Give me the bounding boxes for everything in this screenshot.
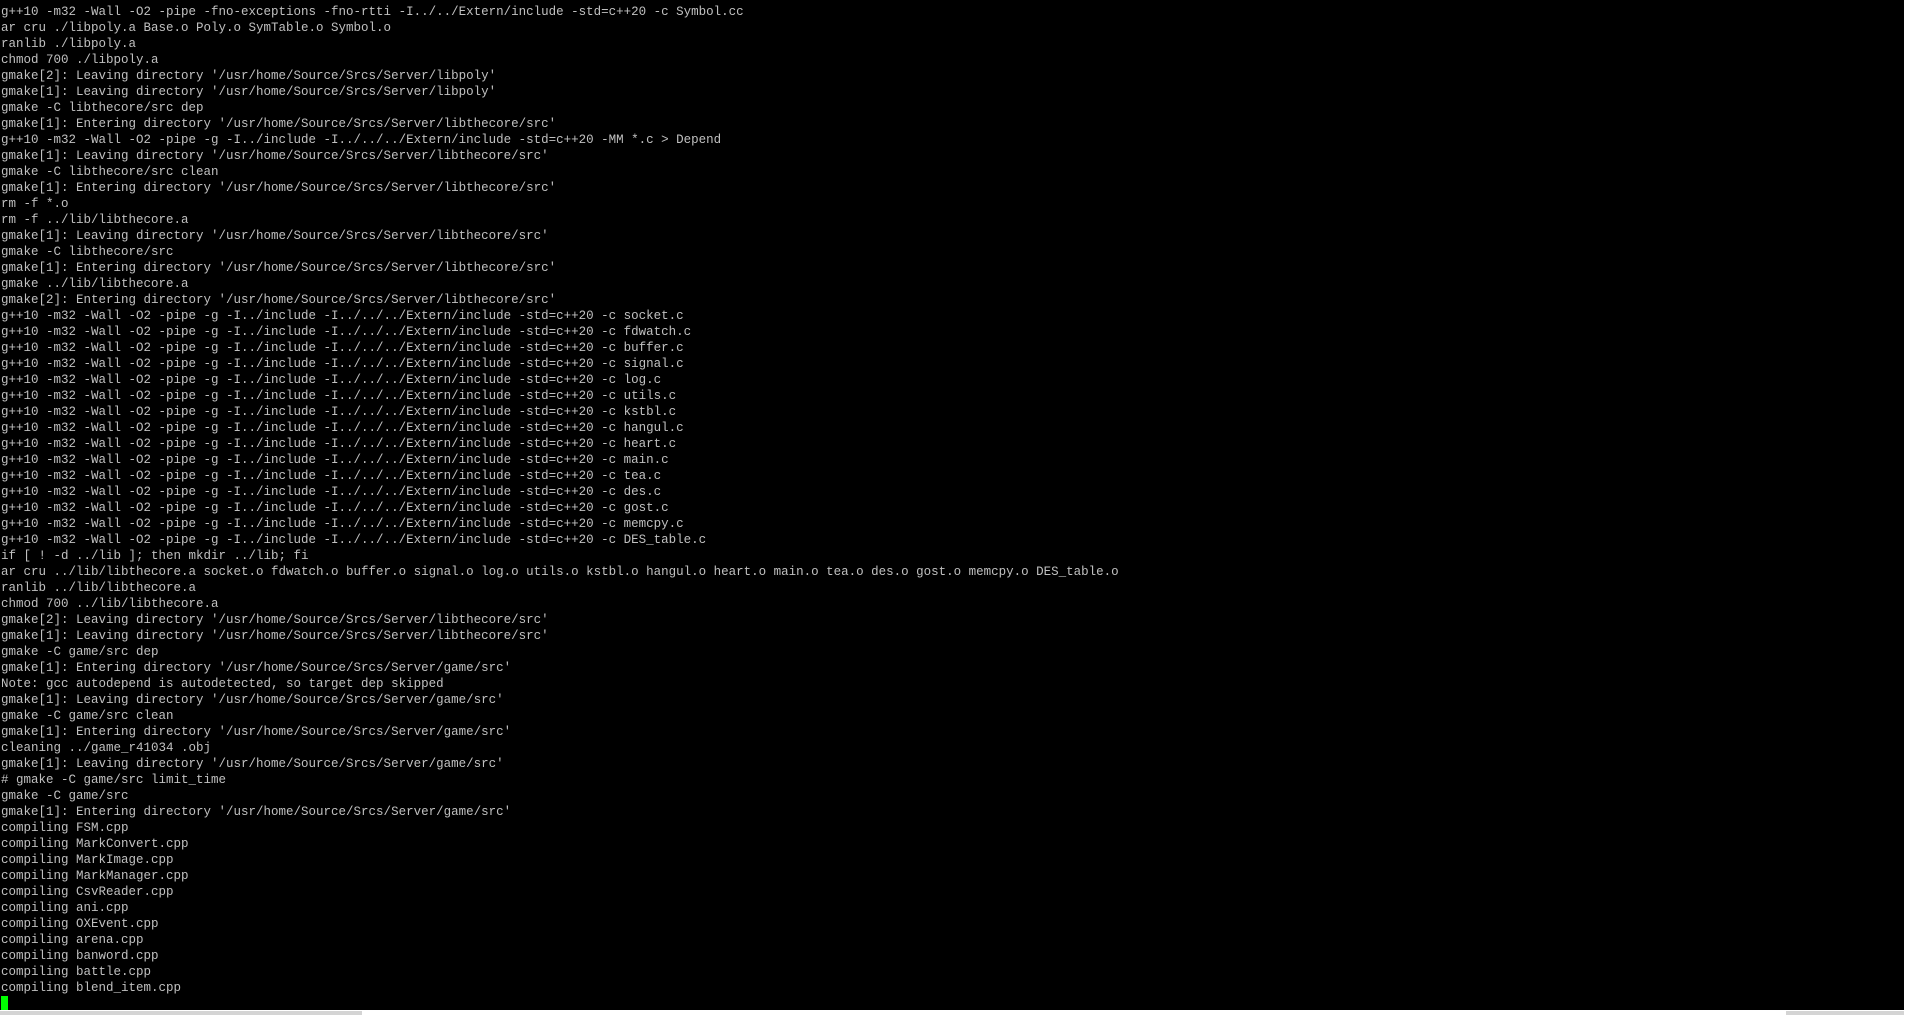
- terminal-line: gmake[2]: Leaving directory '/usr/home/S…: [1, 613, 549, 627]
- terminal-line: compiling battle.cpp: [1, 965, 152, 979]
- scrollbar-thumb-left[interactable]: [0, 1011, 362, 1015]
- terminal-line: gmake[2]: Entering directory '/usr/home/…: [1, 293, 557, 307]
- terminal-line: gmake[1]: Leaving directory '/usr/home/S…: [1, 149, 549, 163]
- terminal-line: g++10 -m32 -Wall -O2 -pipe -g -I../inclu…: [1, 341, 684, 355]
- terminal-line: g++10 -m32 -Wall -O2 -pipe -g -I../inclu…: [1, 517, 684, 531]
- terminal-line: compiling arena.cpp: [1, 933, 144, 947]
- terminal-line: compiling MarkConvert.cpp: [1, 837, 189, 851]
- terminal-line: chmod 700 ../lib/libthecore.a: [1, 597, 219, 611]
- terminal-line: g++10 -m32 -Wall -O2 -pipe -g -I../inclu…: [1, 373, 662, 387]
- terminal-line: cleaning ../game_r41034 .obj: [1, 741, 212, 755]
- terminal-line: gmake -C libthecore/src clean: [1, 165, 219, 179]
- terminal-line: ranlib ./libpoly.a: [1, 37, 137, 51]
- terminal-line: compiling banword.cpp: [1, 949, 159, 963]
- scrollbar-thumb-right[interactable]: [1786, 1011, 1904, 1015]
- terminal-line: gmake -C libthecore/src dep: [1, 101, 204, 115]
- terminal-line: gmake -C game/src: [1, 789, 129, 803]
- terminal-line: compiling blend_item.cpp: [1, 981, 182, 995]
- terminal-line: compiling FSM.cpp: [1, 821, 129, 835]
- terminal-line: compiling MarkManager.cpp: [1, 869, 189, 883]
- terminal-line: g++10 -m32 -Wall -O2 -pipe -g -I../inclu…: [1, 325, 692, 339]
- terminal-line: g++10 -m32 -Wall -O2 -pipe -g -I../inclu…: [1, 469, 662, 483]
- terminal-line: g++10 -m32 -Wall -O2 -pipe -g -I../inclu…: [1, 389, 677, 403]
- terminal-line: compiling MarkImage.cpp: [1, 853, 174, 867]
- terminal-line: g++10 -m32 -Wall -O2 -pipe -g -I../inclu…: [1, 309, 684, 323]
- terminal-line: gmake[1]: Leaving directory '/usr/home/S…: [1, 229, 549, 243]
- terminal-line: gmake[1]: Entering directory '/usr/home/…: [1, 261, 557, 275]
- terminal-line: g++10 -m32 -Wall -O2 -pipe -g -I../inclu…: [1, 453, 669, 467]
- terminal-line: gmake -C game/src clean: [1, 709, 174, 723]
- terminal-line: gmake[2]: Leaving directory '/usr/home/S…: [1, 69, 497, 83]
- terminal-output: g++10 -m32 -Wall -O2 -pipe -fno-exceptio…: [1, 4, 1119, 996]
- terminal-line: compiling ani.cpp: [1, 901, 129, 915]
- terminal-line: gmake -C game/src dep: [1, 645, 159, 659]
- terminal-line: ar cru ./libpoly.a Base.o Poly.o SymTabl…: [1, 21, 392, 35]
- terminal-line: gmake[1]: Entering directory '/usr/home/…: [1, 725, 512, 739]
- terminal-line: ar cru ../lib/libthecore.a socket.o fdwa…: [1, 565, 1119, 579]
- terminal-line: gmake[1]: Leaving directory '/usr/home/S…: [1, 85, 497, 99]
- terminal-line: ranlib ../lib/libthecore.a: [1, 581, 197, 595]
- terminal-cursor: [1, 996, 8, 1010]
- terminal-line: rm -f ../lib/libthecore.a: [1, 213, 189, 227]
- terminal-line: g++10 -m32 -Wall -O2 -pipe -g -I../inclu…: [1, 501, 669, 515]
- terminal-line: g++10 -m32 -Wall -O2 -pipe -g -I../inclu…: [1, 437, 677, 451]
- terminal-line: if [ ! -d ../lib ]; then mkdir ../lib; f…: [1, 549, 309, 563]
- terminal-line: g++10 -m32 -Wall -O2 -pipe -g -I../inclu…: [1, 357, 684, 371]
- terminal-line: g++10 -m32 -Wall -O2 -pipe -g -I../inclu…: [1, 421, 684, 435]
- terminal-line: g++10 -m32 -Wall -O2 -pipe -g -I../inclu…: [1, 533, 707, 547]
- terminal-window[interactable]: g++10 -m32 -Wall -O2 -pipe -fno-exceptio…: [0, 0, 1904, 1010]
- terminal-line: gmake[1]: Leaving directory '/usr/home/S…: [1, 757, 504, 771]
- terminal-line: # gmake -C game/src limit_time: [1, 773, 227, 787]
- terminal-line: Note: gcc autodepend is autodetected, so…: [1, 677, 444, 691]
- window-edge: [1904, 0, 1910, 1016]
- terminal-line: g++10 -m32 -Wall -O2 -pipe -g -I../inclu…: [1, 485, 662, 499]
- terminal-line: gmake[1]: Leaving directory '/usr/home/S…: [1, 629, 549, 643]
- terminal-line: chmod 700 ./libpoly.a: [1, 53, 159, 67]
- terminal-line: gmake[1]: Entering directory '/usr/home/…: [1, 805, 512, 819]
- terminal-line: compiling CsvReader.cpp: [1, 885, 174, 899]
- terminal-line: gmake[1]: Entering directory '/usr/home/…: [1, 661, 512, 675]
- terminal-line: gmake[1]: Entering directory '/usr/home/…: [1, 181, 557, 195]
- terminal-line: g++10 -m32 -Wall -O2 -pipe -fno-exceptio…: [1, 5, 744, 19]
- terminal-line: gmake[1]: Leaving directory '/usr/home/S…: [1, 693, 504, 707]
- terminal-line: gmake -C libthecore/src: [1, 245, 174, 259]
- terminal-line: g++10 -m32 -Wall -O2 -pipe -g -I../inclu…: [1, 405, 677, 419]
- terminal-line: gmake[1]: Entering directory '/usr/home/…: [1, 117, 557, 131]
- terminal-line: rm -f *.o: [1, 197, 69, 211]
- terminal-line: gmake ../lib/libthecore.a: [1, 277, 189, 291]
- terminal-line: g++10 -m32 -Wall -O2 -pipe -g -I../inclu…: [1, 133, 722, 147]
- terminal-line: compiling OXEvent.cpp: [1, 917, 159, 931]
